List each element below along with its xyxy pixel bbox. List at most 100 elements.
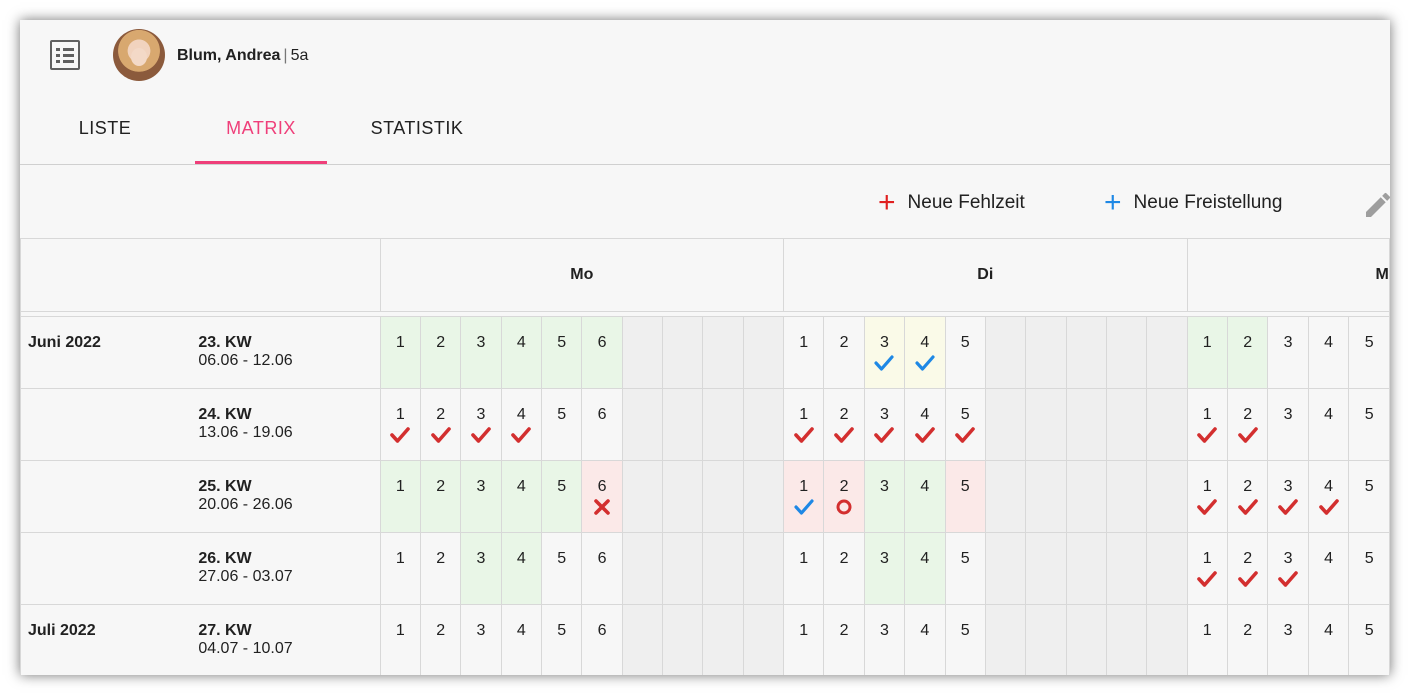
lesson-cell[interactable]: 4: [904, 604, 946, 675]
lesson-cell[interactable]: 5: [541, 316, 583, 389]
lesson-cell[interactable]: 4: [904, 460, 946, 533]
empty-mark: [1268, 354, 1307, 376]
lesson-cell[interactable]: 5: [944, 604, 986, 675]
lesson-cell[interactable]: 3: [1267, 388, 1309, 461]
week-label: 24. KW 13.06 - 19.06: [198, 388, 381, 461]
lesson-number: 5: [557, 334, 567, 351]
lesson-cell[interactable]: 6: [581, 532, 623, 605]
lesson-cell[interactable]: 3: [863, 604, 906, 675]
lesson-cell[interactable]: 3: [460, 388, 502, 461]
lesson-cell[interactable]: 2: [419, 388, 462, 461]
check-red-icon: [784, 426, 823, 448]
lesson-cell[interactable]: 2: [1226, 604, 1269, 675]
lesson-cell[interactable]: 5: [944, 316, 986, 389]
lesson-cell[interactable]: 6: [581, 460, 623, 533]
lesson-cell[interactable]: 4: [904, 388, 946, 461]
lesson-cell[interactable]: 4: [500, 388, 543, 461]
lesson-cell[interactable]: 3: [460, 532, 502, 605]
lesson-cell[interactable]: 6: [581, 604, 623, 675]
lesson-cell[interactable]: 4: [500, 604, 543, 675]
lesson-cell[interactable]: 1: [783, 532, 825, 605]
lesson-cell[interactable]: 1: [783, 604, 825, 675]
check-blue-icon: [784, 498, 823, 520]
lesson-cell[interactable]: 2: [823, 532, 865, 605]
lesson-cell[interactable]: 4: [500, 460, 543, 533]
lesson-cell[interactable]: 4: [1307, 316, 1350, 389]
pencil-icon[interactable]: [1362, 189, 1390, 221]
tab-liste[interactable]: LISTE: [55, 108, 155, 164]
lesson-number: 3: [880, 334, 889, 351]
lesson-cell[interactable]: 1: [1186, 388, 1228, 461]
lesson-cell[interactable]: 3: [1267, 460, 1309, 533]
empty-mark: [542, 354, 581, 376]
lesson-cell[interactable]: 4: [904, 316, 946, 389]
lesson-cell[interactable]: 5: [541, 604, 583, 675]
lesson-cell[interactable]: 5: [1348, 604, 1390, 675]
lesson-cell[interactable]: 3: [863, 532, 906, 605]
lesson-cell[interactable]: 5: [944, 460, 986, 533]
lesson-cell[interactable]: 4: [1307, 532, 1350, 605]
tab-matrix[interactable]: MATRIX: [195, 108, 327, 164]
lesson-cell[interactable]: 4: [500, 316, 543, 389]
lesson-cell[interactable]: 5: [944, 388, 986, 461]
lesson-number: 4: [516, 406, 526, 423]
lesson-cell[interactable]: 5: [541, 388, 583, 461]
lesson-cell[interactable]: 3: [1267, 604, 1309, 675]
lesson-cell[interactable]: 1: [379, 460, 421, 533]
lesson-cell[interactable]: 3: [1267, 316, 1309, 389]
lesson-cell[interactable]: 2: [1226, 316, 1269, 389]
lesson-cell[interactable]: 1: [783, 388, 825, 461]
lesson-cell[interactable]: 4: [500, 532, 543, 605]
lesson-cell[interactable]: 4: [1307, 460, 1350, 533]
lesson-cell[interactable]: 5: [1348, 316, 1390, 389]
lesson-cell[interactable]: 3: [863, 460, 906, 533]
lesson-cell[interactable]: 5: [944, 532, 986, 605]
tab-statistik[interactable]: STATISTIK: [357, 108, 477, 164]
lesson-cell[interactable]: 4: [904, 532, 946, 605]
lesson-cell[interactable]: 2: [1226, 460, 1269, 533]
lesson-cell[interactable]: 1: [379, 388, 421, 461]
empty-mark: [1309, 642, 1348, 664]
lesson-cell[interactable]: 3: [460, 460, 502, 533]
lesson-cell[interactable]: 4: [1307, 604, 1350, 675]
lesson-cell[interactable]: 1: [783, 460, 825, 533]
lesson-cell[interactable]: 2: [1226, 388, 1269, 461]
lesson-cell[interactable]: 1: [379, 316, 421, 389]
lesson-cell[interactable]: 1: [1186, 532, 1228, 605]
lesson-cell[interactable]: 2: [419, 460, 462, 533]
lesson-cell[interactable]: 5: [1348, 532, 1390, 605]
lesson-cell[interactable]: 5: [541, 460, 583, 533]
lesson-number: 4: [516, 334, 526, 351]
lesson-cell[interactable]: 3: [863, 388, 906, 461]
lesson-cell[interactable]: 5: [1348, 460, 1390, 533]
lesson-cell[interactable]: 3: [863, 316, 906, 389]
lesson-cell[interactable]: 2: [823, 460, 865, 533]
lesson-cell[interactable]: 2: [823, 316, 865, 389]
lesson-cell[interactable]: 1: [1186, 604, 1228, 675]
check-red-icon: [1228, 570, 1267, 592]
lesson-cell[interactable]: 3: [460, 604, 502, 675]
lesson-cell[interactable]: 2: [1226, 532, 1269, 605]
lesson-cell[interactable]: 2: [419, 316, 462, 389]
lesson-cell[interactable]: 1: [379, 604, 421, 675]
list-icon[interactable]: [50, 40, 80, 70]
lesson-cell[interactable]: 1: [1186, 460, 1228, 533]
lesson-cell[interactable]: 6: [581, 316, 623, 389]
lesson-cell[interactable]: 2: [419, 532, 462, 605]
lesson-cell[interactable]: 2: [823, 388, 865, 461]
new-absence-button[interactable]: + Neue Fehlzeit: [878, 188, 1025, 218]
lesson-cell[interactable]: 4: [1307, 388, 1350, 461]
empty-slot: [984, 604, 1027, 675]
lesson-cell[interactable]: 3: [460, 316, 502, 389]
lesson-cell[interactable]: 5: [1348, 388, 1390, 461]
lesson-cell[interactable]: 5: [541, 532, 583, 605]
lesson-cell[interactable]: 6: [581, 388, 623, 461]
lesson-cell[interactable]: 1: [783, 316, 825, 389]
lesson-cell[interactable]: 1: [1186, 316, 1228, 389]
lesson-cell[interactable]: 2: [823, 604, 865, 675]
new-release-button[interactable]: + Neue Freistellung: [1104, 188, 1282, 218]
empty-mark: [1188, 354, 1227, 376]
lesson-cell[interactable]: 2: [419, 604, 462, 675]
lesson-cell[interactable]: 3: [1267, 532, 1309, 605]
lesson-cell[interactable]: 1: [379, 532, 421, 605]
